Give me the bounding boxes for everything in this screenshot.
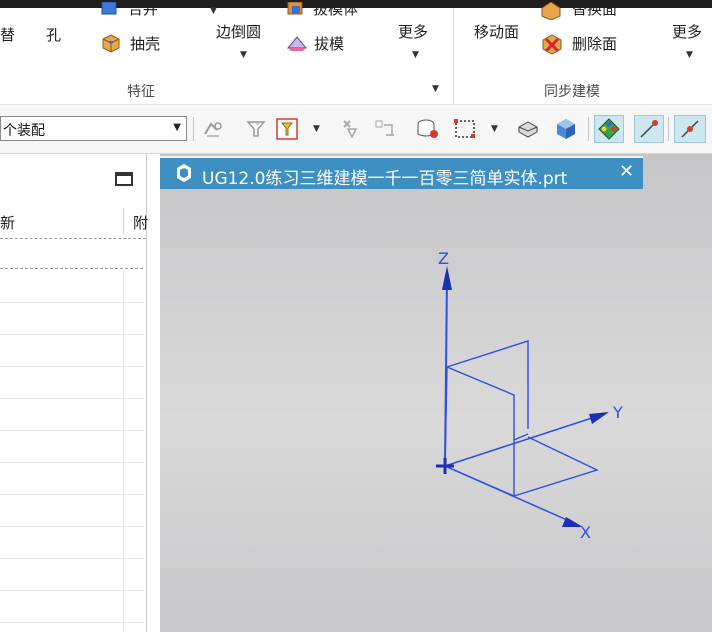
z-axis-arrow [442, 266, 452, 290]
csys-origin [436, 458, 454, 474]
y-axis-arrow [589, 412, 609, 424]
z-axis-label: Z [438, 249, 449, 268]
datum-csys [444, 275, 596, 525]
wireframe-body [444, 340, 599, 497]
model-viewport: Z Y X [436, 249, 623, 542]
x-axis-label: X [580, 523, 591, 542]
y-axis-label: Y [612, 403, 623, 422]
